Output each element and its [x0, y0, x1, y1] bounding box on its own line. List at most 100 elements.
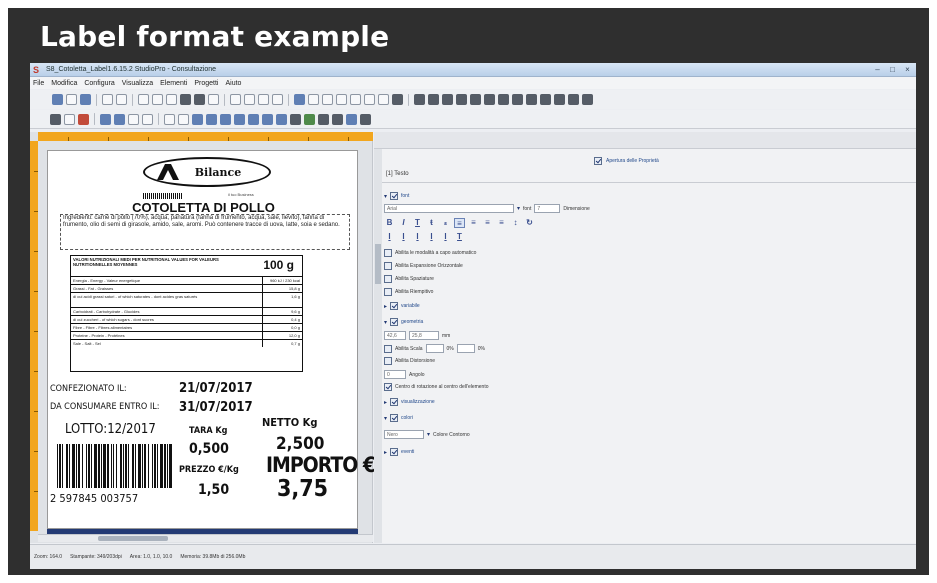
- menu-file[interactable]: File: [33, 80, 44, 87]
- unit-price-label[interactable]: PREZZO €/Kg: [179, 465, 239, 475]
- tare-label[interactable]: TARA Kg: [189, 426, 227, 436]
- option-row[interactable]: Abilita Spaziature: [384, 275, 434, 283]
- section-checkbox[interactable]: [390, 448, 399, 456]
- label-preview[interactable]: Bilance il tuo Business COTOLETTA DI POL…: [47, 150, 376, 529]
- packed-date-value[interactable]: 21/07/2017: [179, 381, 253, 396]
- product-name[interactable]: COTOLETTA DI POLLO: [48, 200, 359, 215]
- cut-icon[interactable]: [138, 94, 149, 105]
- section-visualization[interactable]: ▸ visualizzazione: [384, 398, 435, 406]
- group-icon[interactable]: [308, 94, 319, 105]
- font-family-select[interactable]: Arial: [384, 204, 514, 213]
- geometry-y-field[interactable]: 25,8: [409, 331, 439, 340]
- rotate-center-row[interactable]: Centro di rotazione al centro dell'eleme…: [384, 383, 489, 391]
- subscript-icon[interactable]: ₛ: [440, 218, 451, 228]
- align-bottom-icon[interactable]: [484, 94, 495, 105]
- section-geometry[interactable]: ▾ geometria: [384, 318, 423, 326]
- text-flip-icon[interactable]: ↻: [524, 218, 535, 228]
- redo-icon[interactable]: [116, 94, 127, 105]
- tare-value[interactable]: 0,500: [189, 441, 229, 457]
- lot-number[interactable]: LOTTO:12/2017: [65, 422, 156, 437]
- polygon-tool-icon[interactable]: [248, 113, 259, 125]
- text-style-5-icon[interactable]: I: [440, 232, 451, 242]
- snap-icon[interactable]: [568, 94, 579, 105]
- properties-scrollbar[interactable]: [374, 149, 382, 543]
- same-height-icon[interactable]: [540, 94, 551, 105]
- design-canvas[interactable]: Bilance il tuo Business COTOLETTA DI POL…: [30, 132, 376, 543]
- scale-x-field[interactable]: [425, 344, 444, 353]
- open-folder-icon[interactable]: [66, 94, 77, 105]
- unit-price-value[interactable]: 1,50: [198, 482, 229, 498]
- move-icon[interactable]: [294, 94, 305, 105]
- align-left-icon[interactable]: [414, 94, 425, 105]
- section-checkbox[interactable]: [390, 414, 399, 422]
- polyline-tool-icon[interactable]: [178, 113, 189, 125]
- new-file-icon[interactable]: [52, 94, 63, 105]
- rotate-center-checkbox[interactable]: [384, 383, 392, 391]
- zoom-page-icon[interactable]: [272, 94, 283, 105]
- crop-tool-icon[interactable]: [142, 113, 153, 125]
- barcode-tool-icon[interactable]: [318, 113, 329, 125]
- anchor-tool-icon[interactable]: [100, 113, 111, 125]
- align-right-text-icon[interactable]: ≡: [482, 218, 493, 228]
- expiry-date-value[interactable]: 31/07/2017: [179, 400, 253, 415]
- section-checkbox[interactable]: [390, 302, 399, 310]
- ingredients-text[interactable]: Ingredienti: carne di pollo (70%), acqua…: [60, 214, 350, 250]
- freehand-tool-icon[interactable]: [276, 113, 287, 125]
- menu-configura[interactable]: Configura: [84, 80, 114, 87]
- ellipse-tool-icon[interactable]: [192, 113, 203, 125]
- arc-tool-icon[interactable]: [262, 113, 273, 125]
- menu-progetti[interactable]: Progetti: [194, 80, 218, 87]
- text-direction-icon[interactable]: ↕: [510, 218, 521, 228]
- layer-front-icon[interactable]: [336, 94, 347, 105]
- text-style-3-icon[interactable]: I: [412, 232, 423, 242]
- total-price-value[interactable]: 3,75: [277, 476, 328, 502]
- same-width-icon[interactable]: [526, 94, 537, 105]
- zoom-fit-icon[interactable]: [258, 94, 269, 105]
- align-left-text-icon[interactable]: ≡: [454, 218, 465, 228]
- ungroup-icon[interactable]: [322, 94, 333, 105]
- strike-icon[interactable]: ŧ: [426, 218, 437, 228]
- menu-aiuto[interactable]: Aiuto: [225, 80, 241, 87]
- align-right-icon[interactable]: [442, 94, 453, 105]
- scrollbar-thumb[interactable]: [98, 536, 168, 541]
- select-tool-icon[interactable]: [64, 113, 75, 125]
- chevron-down-icon[interactable]: ▾: [427, 431, 430, 438]
- brand-logo[interactable]: Bilance: [143, 157, 271, 187]
- packed-date-label[interactable]: CONFEZIONATO IL:: [50, 384, 127, 394]
- align-middle-icon[interactable]: [470, 94, 481, 105]
- color-select[interactable]: Nero: [384, 430, 424, 439]
- menu-elementi[interactable]: Elementi: [160, 80, 187, 87]
- menu-modifica[interactable]: Modifica: [51, 80, 77, 87]
- expand-checkbox[interactable]: [594, 157, 602, 165]
- scale-row[interactable]: Abilita Scala 0% 0%: [384, 344, 485, 353]
- paste-icon[interactable]: [166, 94, 177, 105]
- zoom-in-icon[interactable]: [230, 94, 241, 105]
- distort-checkbox[interactable]: [384, 357, 392, 365]
- zoom-out-icon[interactable]: [244, 94, 255, 105]
- italic-icon[interactable]: I: [398, 218, 409, 228]
- scale-y-field[interactable]: [456, 344, 475, 353]
- shape-fill-tool-icon[interactable]: [360, 113, 371, 125]
- align-center-icon[interactable]: [428, 94, 439, 105]
- ean-barcode[interactable]: [55, 444, 173, 496]
- option-row[interactable]: Abilita Espansione Orizzontale: [384, 262, 463, 270]
- text-style-1-icon[interactable]: I: [384, 232, 395, 242]
- menu-visualizza[interactable]: Visualizza: [122, 80, 153, 87]
- text-style-4-icon[interactable]: I: [426, 232, 437, 242]
- section-colors[interactable]: ▾ colori: [384, 414, 413, 422]
- copy-icon[interactable]: [152, 94, 163, 105]
- print-preview-icon[interactable]: [194, 94, 205, 105]
- curve-tool-icon[interactable]: [206, 113, 217, 125]
- layer-up-icon[interactable]: [364, 94, 375, 105]
- grid-icon[interactable]: [554, 94, 565, 105]
- properties-header[interactable]: Apertura delle Proprietà: [594, 157, 659, 165]
- underline-icon[interactable]: T: [412, 218, 423, 228]
- line-tool-icon[interactable]: [164, 113, 175, 125]
- option-row[interactable]: Abilita Riempitivo: [384, 288, 433, 296]
- text-tool-icon[interactable]: [290, 113, 301, 125]
- image-tool-icon[interactable]: [304, 113, 315, 125]
- expiry-date-label[interactable]: DA CONSUMARE ENTRO IL:: [50, 402, 159, 412]
- distort-row[interactable]: Abilita Distorsione: [384, 357, 435, 365]
- align-top-icon[interactable]: [456, 94, 467, 105]
- rulers-icon[interactable]: [582, 94, 593, 105]
